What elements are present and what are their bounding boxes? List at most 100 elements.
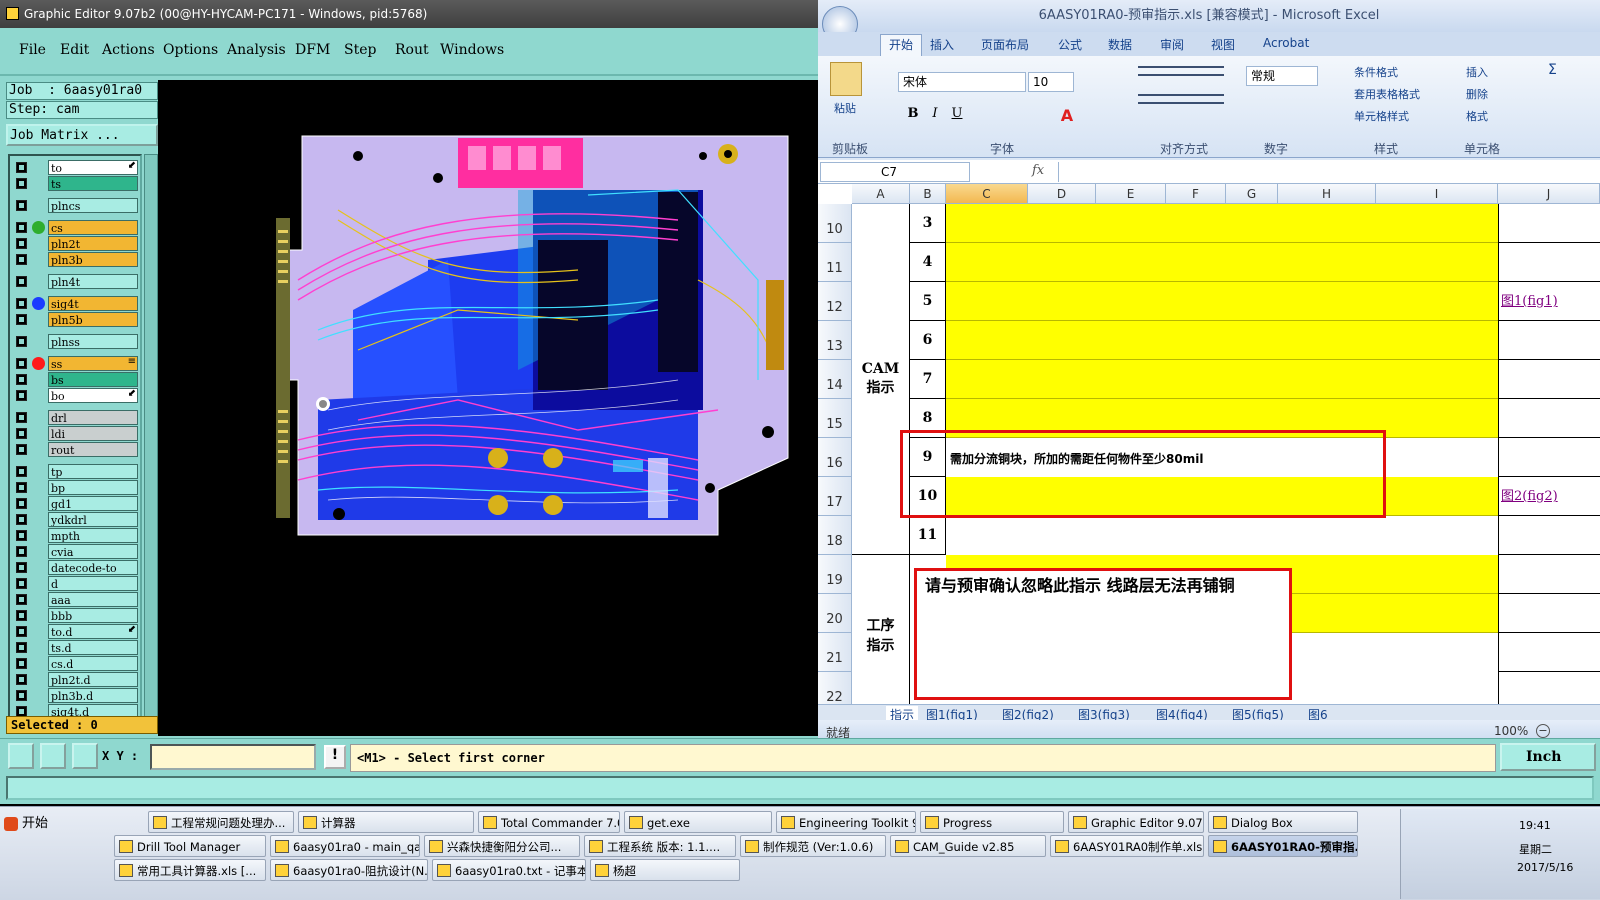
layer-checkbox[interactable] bbox=[16, 642, 27, 653]
figure-link[interactable]: 图1(fig1) bbox=[1498, 282, 1600, 321]
layer-row[interactable]: ts.d bbox=[12, 640, 140, 655]
layer-name[interactable]: ts bbox=[48, 176, 138, 191]
layer-row[interactable]: aaa bbox=[12, 592, 140, 607]
taskbar-button[interactable]: 工程常规问题处理办... bbox=[148, 811, 294, 833]
layer-checkbox[interactable] bbox=[16, 178, 27, 189]
layer-checkbox[interactable] bbox=[16, 390, 27, 401]
font-name-select[interactable]: 宋体 bbox=[898, 72, 1026, 92]
layer-row[interactable]: pln2t bbox=[12, 236, 140, 251]
highlighted-cell[interactable] bbox=[946, 321, 1498, 360]
table-format-button[interactable]: 套用表格格式 bbox=[1354, 86, 1420, 102]
layer-name[interactable]: tp bbox=[48, 464, 138, 479]
layer-name[interactable]: mpth bbox=[48, 528, 138, 543]
item-number-cell[interactable]: 4 bbox=[910, 243, 946, 282]
layer-row[interactable]: rout bbox=[12, 442, 140, 457]
layer-checkbox[interactable] bbox=[16, 514, 27, 525]
layer-name[interactable]: gd1 bbox=[48, 496, 138, 511]
layer-scrollbar[interactable] bbox=[144, 154, 158, 718]
tab-formulas[interactable]: 公式 bbox=[1058, 36, 1082, 53]
layer-checkbox[interactable] bbox=[16, 546, 27, 557]
column-header[interactable]: G bbox=[1226, 184, 1278, 204]
row-header[interactable]: 16 bbox=[818, 438, 852, 477]
formula-input[interactable] bbox=[1058, 162, 1598, 182]
column-header[interactable]: F bbox=[1166, 184, 1226, 204]
taskbar-button[interactable]: 杨超 bbox=[590, 859, 740, 881]
layer-row[interactable]: pln5b bbox=[12, 312, 140, 327]
layer-name[interactable]: pln2t.d bbox=[48, 672, 138, 687]
taskbar-button[interactable]: 6AASY01RA0制作单.xls... bbox=[1050, 835, 1204, 857]
item-number-cell[interactable]: 5 bbox=[910, 282, 946, 321]
layer-name[interactable]: cs bbox=[48, 220, 138, 235]
font-color-icon[interactable]: A bbox=[1058, 106, 1076, 125]
highlighted-cell[interactable] bbox=[946, 204, 1498, 243]
layer-row[interactable]: to.d ⬋ bbox=[12, 624, 140, 639]
zoom-level[interactable]: 100% bbox=[1494, 724, 1528, 738]
name-box[interactable]: C7 bbox=[820, 162, 970, 182]
layer-checkbox[interactable] bbox=[16, 222, 27, 233]
layer-row[interactable]: pln3b.d bbox=[12, 688, 140, 703]
layer-name[interactable]: pln4t bbox=[48, 274, 138, 289]
menu-actions[interactable]: Actions bbox=[102, 42, 155, 58]
layer-checkbox[interactable] bbox=[16, 276, 27, 287]
row-header[interactable]: 11 bbox=[818, 243, 852, 282]
layer-row[interactable]: cs bbox=[12, 220, 140, 235]
layer-checkbox[interactable] bbox=[16, 298, 27, 309]
row-header[interactable]: 12 bbox=[818, 282, 852, 321]
row-header[interactable]: 14 bbox=[818, 360, 852, 399]
row-header[interactable]: 10 bbox=[818, 204, 852, 243]
tab-review[interactable]: 审阅 bbox=[1160, 36, 1184, 53]
taskbar-button[interactable]: Engineering Toolkit 9.0... bbox=[776, 811, 916, 833]
layer-checkbox[interactable] bbox=[16, 674, 27, 685]
info-icon[interactable]: ! bbox=[324, 745, 346, 769]
row-header[interactable]: 20 bbox=[818, 594, 852, 633]
layer-name[interactable]: pln2t bbox=[48, 236, 138, 251]
highlighted-cell[interactable] bbox=[946, 360, 1498, 399]
column-header[interactable]: D bbox=[1028, 184, 1096, 204]
layer-row[interactable]: tp bbox=[12, 464, 140, 479]
layer-name[interactable]: ss bbox=[48, 356, 138, 371]
start-button[interactable]: 开始 bbox=[2, 811, 60, 837]
menu-dfm[interactable]: DFM bbox=[295, 42, 330, 58]
font-size-select[interactable]: 10 bbox=[1028, 72, 1074, 92]
layer-checkbox[interactable] bbox=[16, 626, 27, 637]
highlighted-cell[interactable] bbox=[946, 243, 1498, 282]
number-format-select[interactable]: 常规 bbox=[1246, 66, 1318, 86]
layer-checkbox[interactable] bbox=[16, 498, 27, 509]
layer-checkbox[interactable] bbox=[16, 594, 27, 605]
layer-name[interactable]: pln3b bbox=[48, 252, 138, 267]
layer-name[interactable]: bp bbox=[48, 480, 138, 495]
taskbar-button[interactable]: 计算器 bbox=[298, 811, 474, 833]
taskbar-button[interactable]: 制作规范 (Ver:1.0.6) bbox=[740, 835, 886, 857]
tab-insert[interactable]: 插入 bbox=[930, 36, 954, 53]
item-number-cell[interactable]: 11 bbox=[910, 516, 946, 555]
layer-checkbox[interactable] bbox=[16, 690, 27, 701]
item-number-cell[interactable]: 6 bbox=[910, 321, 946, 360]
tab-page-layout[interactable]: 页面布局 bbox=[981, 36, 1029, 53]
units-button[interactable]: Inch bbox=[1500, 743, 1596, 771]
layer-row[interactable]: ydkdrl bbox=[12, 512, 140, 527]
layer-checkbox[interactable] bbox=[16, 578, 27, 589]
layer-checkbox[interactable] bbox=[16, 466, 27, 477]
layer-row[interactable]: ss ≡ bbox=[12, 356, 140, 371]
measure-icon[interactable] bbox=[40, 743, 66, 769]
figure-link[interactable]: 图2(fig2) bbox=[1498, 477, 1600, 516]
layer-row[interactable]: pln4t bbox=[12, 274, 140, 289]
layer-row[interactable]: sig4t bbox=[12, 296, 140, 311]
layer-name[interactable]: pln5b bbox=[48, 312, 138, 327]
column-header[interactable]: E bbox=[1096, 184, 1166, 204]
taskbar-button[interactable]: 6aasy01ra0.txt - 记事本 bbox=[432, 859, 586, 881]
item-number-cell[interactable]: 3 bbox=[910, 204, 946, 243]
figure-link[interactable] bbox=[1498, 204, 1600, 243]
row-header[interactable]: 15 bbox=[818, 399, 852, 438]
taskbar-button[interactable]: get.exe bbox=[624, 811, 772, 833]
note-textbox[interactable]: 请与预审确认忽略此指示 线路层无法再铺铜 bbox=[914, 568, 1292, 700]
figure-link[interactable] bbox=[1498, 633, 1600, 672]
tab-acrobat[interactable]: Acrobat bbox=[1263, 36, 1309, 50]
layer-checkbox[interactable] bbox=[16, 200, 27, 211]
layer-checkbox[interactable] bbox=[16, 358, 27, 369]
grid-icon[interactable] bbox=[72, 743, 98, 769]
layer-row[interactable]: d bbox=[12, 576, 140, 591]
layer-checkbox[interactable] bbox=[16, 562, 27, 573]
tab-data[interactable]: 数据 bbox=[1108, 36, 1132, 53]
layer-row[interactable]: plncs bbox=[12, 198, 140, 213]
